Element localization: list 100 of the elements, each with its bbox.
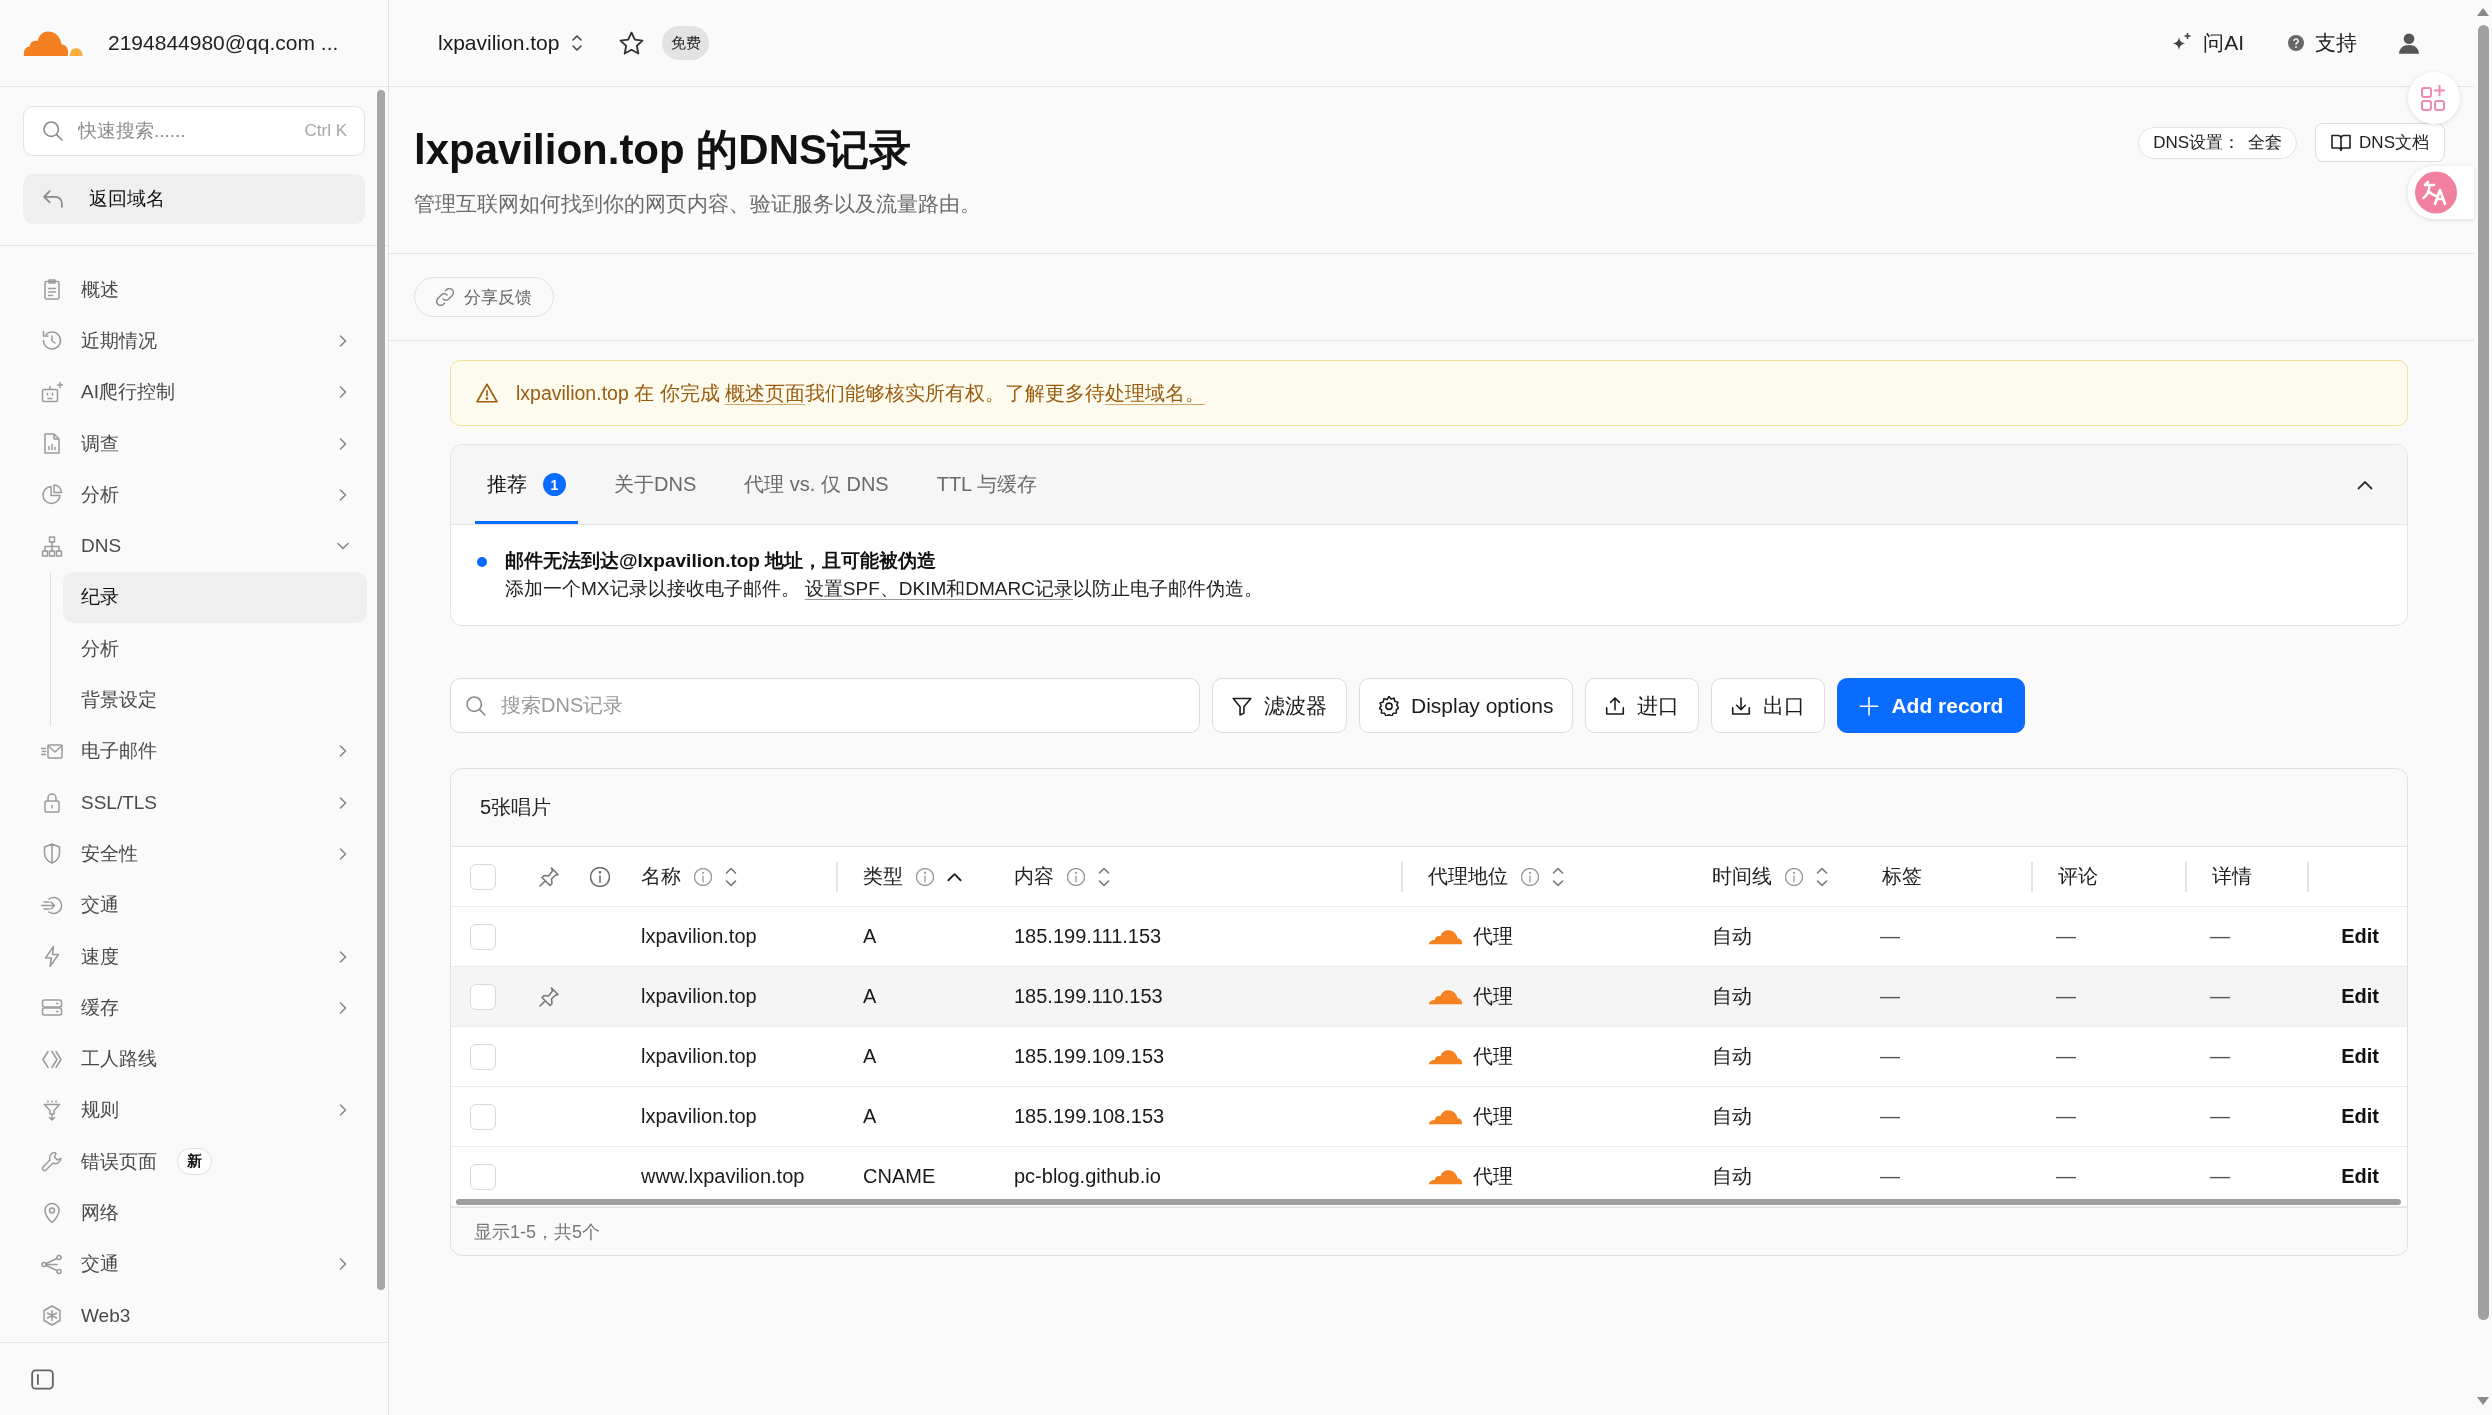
sidebar-item[interactable]: 规则 xyxy=(23,1084,367,1137)
table-cell: — xyxy=(2056,1105,2076,1128)
edit-button[interactable]: Edit xyxy=(2341,925,2379,948)
zone-selector[interactable]: lxpavilion.top xyxy=(430,25,592,61)
table-cell-text: 代理 xyxy=(1473,1104,1513,1129)
sidebar-item[interactable]: 调查 xyxy=(23,417,367,470)
edit-button[interactable]: Edit xyxy=(2341,985,2379,1008)
sidebar-item[interactable]: 安全性 xyxy=(23,828,367,880)
toolbar-button[interactable]: Add record xyxy=(1837,678,2026,733)
table-cell: — xyxy=(2056,925,2076,948)
user-icon[interactable] xyxy=(2399,32,2419,54)
sidebar-toggle-icon[interactable] xyxy=(31,1368,54,1390)
column-header[interactable]: 代理地位 xyxy=(1428,863,1508,890)
table-cell: 185.199.108.153 xyxy=(1014,1105,1165,1128)
banner-link[interactable]: 概述页面 xyxy=(725,381,805,404)
table-cell: pc-blog.github.io xyxy=(1014,1165,1161,1188)
sidebar-item[interactable]: Web3 xyxy=(23,1289,367,1342)
funnel-icon xyxy=(41,1099,63,1121)
sidebar-item[interactable]: 纪录 xyxy=(63,571,367,624)
upload-icon xyxy=(1605,695,1626,716)
sidebar-item[interactable]: SSL/TLS xyxy=(23,776,367,829)
scroll-up-icon[interactable] xyxy=(2477,8,2489,16)
table-cell: — xyxy=(2056,985,2076,1008)
column-header[interactable]: 标签 xyxy=(1882,863,1922,890)
checkbox[interactable] xyxy=(470,1103,496,1130)
sidebar-item[interactable]: 分析 xyxy=(63,623,367,675)
sort-ascending-icon[interactable] xyxy=(947,871,962,882)
sidebar-item[interactable]: 概述 xyxy=(23,264,367,316)
back-button[interactable]: 返回域名 xyxy=(23,174,365,224)
account-name[interactable]: 2194844980@qq.com ... xyxy=(108,31,339,55)
sidebar-item[interactable]: 电子邮件 xyxy=(23,725,367,777)
checkbox[interactable] xyxy=(470,1043,496,1070)
sidebar-item[interactable]: 分析 xyxy=(23,469,367,521)
sidebar-item[interactable]: 速度 xyxy=(23,930,367,983)
sidebar-item[interactable]: 交通 xyxy=(23,1238,367,1290)
checkbox[interactable] xyxy=(470,1163,496,1190)
sidebar-item[interactable]: 近期情况 xyxy=(23,315,367,367)
scrollbar-thumb[interactable] xyxy=(456,1199,2401,1205)
toolbar-button[interactable]: 进口 xyxy=(1585,678,1700,733)
table-cell: — xyxy=(1880,1045,1900,1068)
sort-icon[interactable] xyxy=(1098,865,1110,888)
checkbox[interactable] xyxy=(470,923,496,950)
column-header[interactable]: 时间线 xyxy=(1712,863,1772,890)
sort-icon[interactable] xyxy=(1816,865,1828,888)
table-cell-text: 自动 xyxy=(1712,1104,1752,1129)
hexagon-icon xyxy=(41,1305,63,1327)
pin-icon[interactable] xyxy=(539,986,559,1007)
tab[interactable]: TTL 与缓存 xyxy=(924,445,1050,524)
scroll-down-icon[interactable] xyxy=(2477,1397,2489,1405)
scrollbar-thumb[interactable] xyxy=(2477,25,2489,1320)
dns-docs-button[interactable]: DNS文档 xyxy=(2315,123,2445,162)
ask-ai-button[interactable]: 问AI xyxy=(2168,25,2246,61)
checkbox[interactable] xyxy=(470,863,496,890)
chevron-up-icon[interactable] xyxy=(2357,479,2373,490)
tab[interactable]: 代理 vs. 仅 DNS xyxy=(732,445,901,524)
sidebar-item[interactable]: 交通 xyxy=(23,879,367,931)
toolbar-button[interactable]: Display options xyxy=(1359,678,1574,733)
table-cell: — xyxy=(1880,1105,1900,1128)
report-icon xyxy=(41,433,63,455)
edit-button[interactable]: Edit xyxy=(2341,1165,2379,1188)
table-cell: — xyxy=(2210,985,2230,1008)
tab[interactable]: 推荐 1 xyxy=(475,445,578,524)
sidebar-item[interactable]: 错误页面 新 xyxy=(23,1136,367,1188)
toolbar-button[interactable]: 出口 xyxy=(1711,678,1826,733)
dns-setup-value: 全套 xyxy=(2248,132,2283,154)
column-header[interactable]: 评论 xyxy=(2058,863,2098,890)
star-icon[interactable] xyxy=(619,31,645,55)
column-header[interactable]: 类型 xyxy=(863,863,903,890)
scrollbar-thumb[interactable] xyxy=(377,90,385,1290)
search-field[interactable]: 搜索DNS记录 xyxy=(450,678,1200,733)
banner-link[interactable]: 处理域名。 xyxy=(1105,381,1205,404)
table-cell: www.lxpavilion.top xyxy=(641,1165,805,1188)
column-header[interactable]: 名称 xyxy=(641,863,681,890)
support-button[interactable]: 支持 xyxy=(2286,25,2359,61)
tab[interactable]: 关于DNS xyxy=(602,445,709,524)
sidebar-item[interactable]: 网络 xyxy=(23,1187,367,1239)
sidebar-item[interactable]: DNS xyxy=(23,520,367,572)
table-cell: — xyxy=(2056,1165,2076,1188)
sidebar-item[interactable]: AI爬行控制 xyxy=(23,366,367,418)
table-cell: — xyxy=(2210,1105,2230,1128)
sidebar-item[interactable]: 工人路线 xyxy=(23,1033,367,1085)
sort-icon[interactable] xyxy=(725,865,737,888)
recommendation-text: 添加一个MX记录以接收电子邮件。 设置SPF、DKIM和DMARC记录以防止电子邮件伪造。 xyxy=(505,578,1263,599)
sort-icon[interactable] xyxy=(1552,865,1564,888)
sidebar-item[interactable]: 缓存 xyxy=(23,982,367,1034)
link-icon xyxy=(436,288,454,306)
column-header[interactable]: 详情 xyxy=(2212,863,2252,890)
edit-button[interactable]: Edit xyxy=(2341,1105,2379,1128)
history-icon xyxy=(41,330,63,352)
table-cell-text: 自动 xyxy=(1712,1164,1752,1189)
sidebar-item[interactable]: 背景设定 xyxy=(63,674,367,726)
settings-icon xyxy=(1379,695,1399,716)
checkbox[interactable] xyxy=(470,983,496,1010)
column-header[interactable]: 内容 xyxy=(1014,863,1054,890)
table-cell-text: 代理 xyxy=(1473,924,1513,949)
cloud-logo-icon[interactable] xyxy=(23,29,83,57)
toolbar-button[interactable]: 滤波器 xyxy=(1212,678,1347,733)
recommendation-link[interactable]: 设置SPF、DKIM和DMARC记录 xyxy=(804,578,1073,599)
table-cell-text: 自动 xyxy=(1712,924,1752,949)
edit-button[interactable]: Edit xyxy=(2341,1045,2379,1068)
